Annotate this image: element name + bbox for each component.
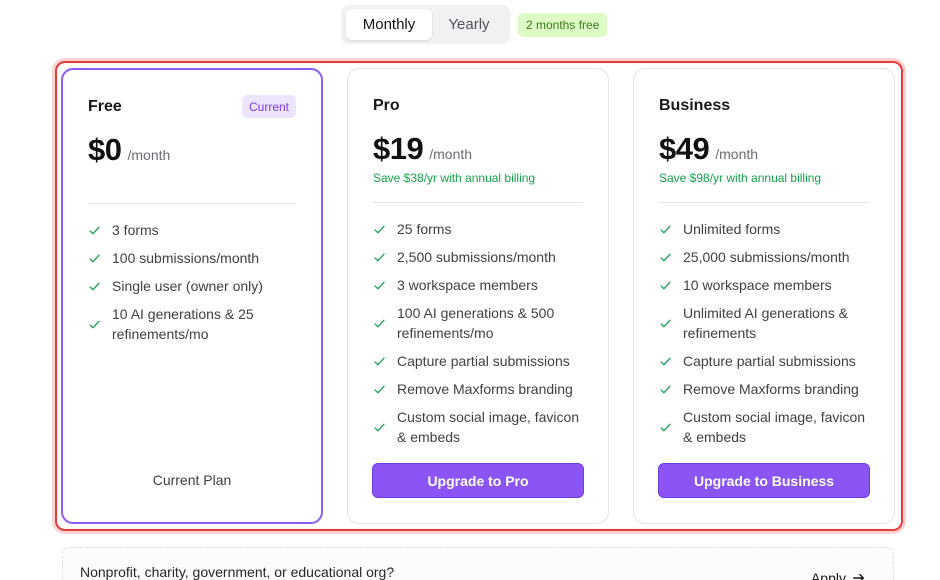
plan-card-pro: Pro $19 /month Save $38/yr with annual b…	[347, 68, 609, 524]
plan-period: /month	[127, 147, 171, 163]
check-icon	[659, 251, 673, 264]
feature-item: 10 AI generations & 25 refinements/mo	[88, 304, 301, 344]
feature-item: 25,000 submissions/month	[659, 247, 874, 267]
apply-label: Apply	[810, 570, 846, 580]
current-plan-label: Current Plan	[152, 472, 232, 488]
feature-item: Capture partial submissions	[373, 351, 588, 371]
feature-item: Single user (owner only)	[88, 276, 301, 296]
feature-item: Remove Maxforms branding	[659, 379, 874, 399]
feature-label: 3 forms	[112, 222, 159, 238]
price-row: $0 /month	[88, 132, 170, 168]
plan-price: $49	[659, 131, 710, 166]
feature-label: 10 workspace members	[683, 277, 832, 293]
nonprofit-text: Nonprofit, charity, government, or educa…	[80, 564, 395, 580]
current-plan-badge: Current	[241, 95, 296, 118]
upgrade-to-business-button[interactable]: Upgrade to Business	[658, 463, 870, 498]
feature-label: 25 forms	[397, 221, 452, 237]
plan-card-business: Business $49 /month Save $98/yr with ann…	[633, 68, 895, 524]
plan-name: Business	[659, 97, 731, 114]
check-icon	[373, 355, 387, 368]
nonprofit-banner: Nonprofit, charity, government, or educa…	[62, 547, 894, 580]
check-icon	[373, 223, 387, 236]
price-row: $19 /month	[373, 131, 472, 167]
plan-price: $19	[373, 131, 424, 166]
feature-label: 2,500 submissions/month	[397, 249, 556, 265]
billing-option-monthly[interactable]: Monthly	[346, 9, 432, 40]
check-icon	[659, 355, 673, 368]
check-icon	[373, 317, 387, 330]
annual-savings-note: Save $38/yr with annual billing	[373, 171, 536, 185]
feature-label: Unlimited forms	[683, 221, 781, 237]
feature-item: Custom social image, favicon & embeds	[373, 407, 588, 447]
apply-link[interactable]: Apply	[811, 570, 866, 580]
feature-item: Remove Maxforms branding	[373, 379, 588, 399]
check-icon	[88, 252, 102, 265]
price-row: $49 /month	[659, 131, 758, 167]
check-icon	[659, 317, 673, 330]
check-icon	[88, 280, 102, 293]
divider	[88, 203, 296, 204]
feature-label: Custom social image, favicon & embeds	[397, 409, 580, 445]
feature-label: Remove Maxforms branding	[397, 381, 573, 397]
check-icon	[659, 421, 673, 434]
feature-list: 3 forms 100 submissions/month Single use…	[88, 220, 301, 352]
annual-savings-note: Save $98/yr with annual billing	[659, 171, 822, 185]
check-icon	[88, 224, 102, 237]
check-icon	[373, 421, 387, 434]
check-icon	[373, 251, 387, 264]
feature-label: 25,000 submissions/month	[683, 249, 850, 265]
feature-item: Capture partial submissions	[659, 351, 874, 371]
check-icon	[373, 279, 387, 292]
check-icon	[88, 318, 102, 331]
feature-item: Unlimited AI generations & refinements	[659, 303, 874, 343]
plan-name: Free	[88, 98, 122, 115]
feature-label: Single user (owner only)	[112, 278, 263, 294]
plan-price: $0	[88, 132, 122, 167]
feature-item: 100 AI generations & 500 refinements/mo	[373, 303, 588, 343]
feature-item: 100 submissions/month	[88, 248, 301, 268]
billing-toggle: Monthly Yearly	[341, 5, 510, 44]
plan-name: Pro	[373, 97, 400, 114]
plan-period: /month	[715, 146, 759, 162]
check-icon	[373, 383, 387, 396]
feature-label: 100 submissions/month	[112, 250, 260, 266]
arrow-right-icon	[853, 573, 865, 580]
feature-item: 3 workspace members	[373, 275, 588, 295]
plan-card-free: Free Current $0 /month 3 forms 100 submi…	[61, 68, 323, 524]
feature-item: 2,500 submissions/month	[373, 247, 588, 267]
divider	[373, 202, 583, 203]
plan-period: /month	[429, 146, 473, 162]
feature-label: Capture partial submissions	[397, 353, 570, 369]
feature-label: 100 AI generations & 500 refinements/mo	[397, 305, 555, 341]
feature-item: 10 workspace members	[659, 275, 874, 295]
feature-item: Unlimited forms	[659, 219, 874, 239]
divider	[659, 202, 869, 203]
feature-item: 25 forms	[373, 219, 588, 239]
upgrade-to-pro-button[interactable]: Upgrade to Pro	[372, 463, 584, 498]
feature-list: Unlimited forms 25,000 submissions/month…	[659, 219, 874, 455]
feature-label: 3 workspace members	[397, 277, 538, 293]
feature-item: 3 forms	[88, 220, 301, 240]
check-icon	[659, 279, 673, 292]
check-icon	[659, 383, 673, 396]
feature-label: Capture partial submissions	[683, 353, 856, 369]
feature-label: 10 AI generations & 25 refinements/mo	[112, 306, 254, 342]
billing-option-yearly[interactable]: Yearly	[432, 9, 506, 40]
feature-label: Custom social image, favicon & embeds	[683, 409, 866, 445]
yearly-discount-badge: 2 months free	[518, 13, 608, 37]
feature-label: Remove Maxforms branding	[683, 381, 859, 397]
feature-label: Unlimited AI generations & refinements	[683, 305, 848, 341]
feature-item: Custom social image, favicon & embeds	[659, 407, 874, 447]
feature-list: 25 forms 2,500 submissions/month 3 works…	[373, 219, 588, 455]
check-icon	[659, 223, 673, 236]
